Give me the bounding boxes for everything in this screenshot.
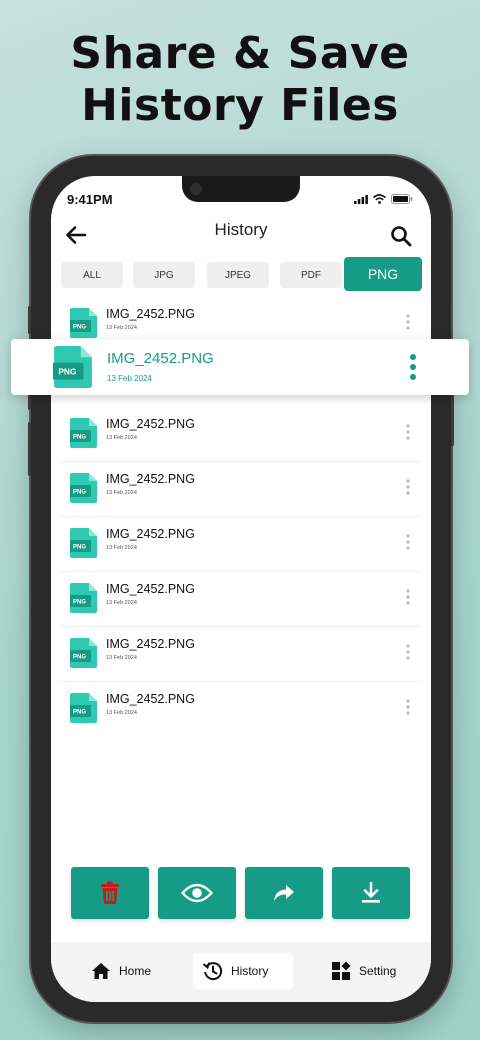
eye-icon	[181, 883, 213, 903]
png-file-icon: PNG	[70, 638, 97, 668]
delete-icon	[101, 881, 119, 904]
file-row[interactable]: PNG IMG_2452.PNG 13 Feb 2024	[61, 516, 421, 572]
file-row[interactable]: PNG IMG_2452.PNG 13 Feb 2024	[61, 626, 421, 682]
png-file-icon: PNG	[53, 346, 92, 388]
page-title: History	[214, 220, 268, 239]
file-name: IMG_2452.PNG	[106, 472, 195, 486]
share-icon	[274, 885, 294, 901]
nav-history[interactable]: History	[193, 953, 293, 989]
headline-line-2: History Files	[81, 80, 399, 131]
nav-home-label: Home	[119, 964, 152, 978]
file-badge: PNG	[73, 600, 86, 606]
file-badge: PNG	[73, 325, 86, 331]
status-icons	[354, 194, 413, 204]
history-icon	[203, 962, 223, 981]
status-time: 9:41PM	[67, 192, 113, 207]
download-button[interactable]	[332, 867, 410, 919]
file-name: IMG_2452.PNG	[107, 350, 214, 367]
view-button[interactable]	[158, 867, 236, 919]
file-row[interactable]: PNG IMG_2452.PNG 13 Feb 2024	[61, 571, 421, 627]
png-file-icon: PNG	[70, 583, 97, 613]
mute-switch	[28, 306, 31, 334]
more-options-icon[interactable]	[405, 478, 411, 496]
more-options-icon[interactable]	[405, 533, 411, 551]
file-row-highlighted[interactable]: PNG IMG_2452.PNG 13 Feb 2024	[11, 339, 469, 395]
share-button[interactable]	[245, 867, 323, 919]
bottom-nav: Home History Setting	[51, 942, 431, 1002]
phone-frame: 9:41PM History ALL JPG JPEG PDF PNG PNG …	[28, 156, 454, 1022]
file-badge: PNG	[73, 655, 86, 661]
file-badge: PNG	[73, 710, 86, 716]
delete-button[interactable]	[71, 867, 149, 919]
file-date: 13 Feb 2024	[106, 435, 137, 441]
filter-tabs: ALL JPG JPEG PDF PNG	[61, 257, 425, 292]
nav-setting-label: Setting	[359, 964, 397, 978]
file-badge: PNG	[73, 545, 86, 551]
file-date: 13 Feb 2024	[106, 600, 137, 606]
file-badge: PNG	[73, 435, 86, 441]
file-name: IMG_2452.PNG	[106, 582, 195, 596]
file-name: IMG_2452.PNG	[106, 417, 195, 431]
more-options-icon[interactable]	[405, 643, 411, 661]
settings-icon	[332, 961, 351, 980]
file-row[interactable]: PNG IMG_2452.PNG 13 Feb 2024	[61, 681, 421, 736]
wifi-icon	[373, 194, 386, 204]
file-badge: PNG	[73, 490, 86, 496]
more-options-icon[interactable]	[405, 423, 411, 441]
more-options-icon[interactable]	[409, 353, 417, 381]
png-file-icon: PNG	[70, 308, 97, 338]
png-file-icon: PNG	[70, 693, 97, 723]
file-row[interactable]: PNG IMG_2452.PNG 13 Feb 2024	[61, 406, 421, 462]
home-icon	[92, 963, 110, 979]
tab-pdf[interactable]: PDF	[280, 262, 342, 288]
nav-history-label: History	[231, 964, 269, 978]
nav-setting[interactable]: Setting	[321, 953, 406, 989]
tab-jpeg[interactable]: JPEG	[207, 262, 269, 288]
signal-icon	[354, 195, 368, 204]
notch	[182, 176, 300, 202]
headline-line-1: Share & Save	[70, 28, 410, 79]
file-date: 13 Feb 2024	[106, 655, 137, 661]
download-icon	[362, 882, 380, 903]
png-file-icon: PNG	[70, 473, 97, 503]
file-date: 13 Feb 2024	[106, 490, 137, 496]
front-camera	[190, 183, 202, 195]
tab-png[interactable]: PNG	[344, 257, 422, 291]
file-row[interactable]: PNG IMG_2452.PNG 13 Feb 2024	[61, 461, 421, 517]
headline: Share & Save History Files	[0, 28, 480, 132]
tab-jpg[interactable]: JPG	[133, 262, 195, 288]
volume-down-button	[28, 422, 31, 476]
file-name: IMG_2452.PNG	[106, 527, 195, 541]
file-name: IMG_2452.PNG	[106, 307, 195, 321]
file-name: IMG_2452.PNG	[106, 692, 195, 706]
file-date: 13 Feb 2024	[107, 374, 152, 383]
file-name: IMG_2452.PNG	[106, 637, 195, 651]
file-badge: PNG	[58, 367, 76, 377]
tab-all[interactable]: ALL	[61, 262, 123, 288]
action-bar	[71, 867, 411, 919]
nav-home[interactable]: Home	[81, 953, 161, 989]
phone-screen: 9:41PM History ALL JPG JPEG PDF PNG PNG …	[51, 176, 431, 1002]
more-options-icon[interactable]	[405, 313, 411, 331]
search-icon[interactable]	[389, 224, 413, 248]
file-date: 13 Feb 2024	[106, 325, 137, 331]
file-date: 13 Feb 2024	[106, 710, 137, 716]
file-date: 13 Feb 2024	[106, 545, 137, 551]
png-file-icon: PNG	[70, 418, 97, 448]
more-options-icon[interactable]	[405, 588, 411, 606]
png-file-icon: PNG	[70, 528, 97, 558]
more-options-icon[interactable]	[405, 698, 411, 716]
battery-icon	[391, 194, 413, 204]
